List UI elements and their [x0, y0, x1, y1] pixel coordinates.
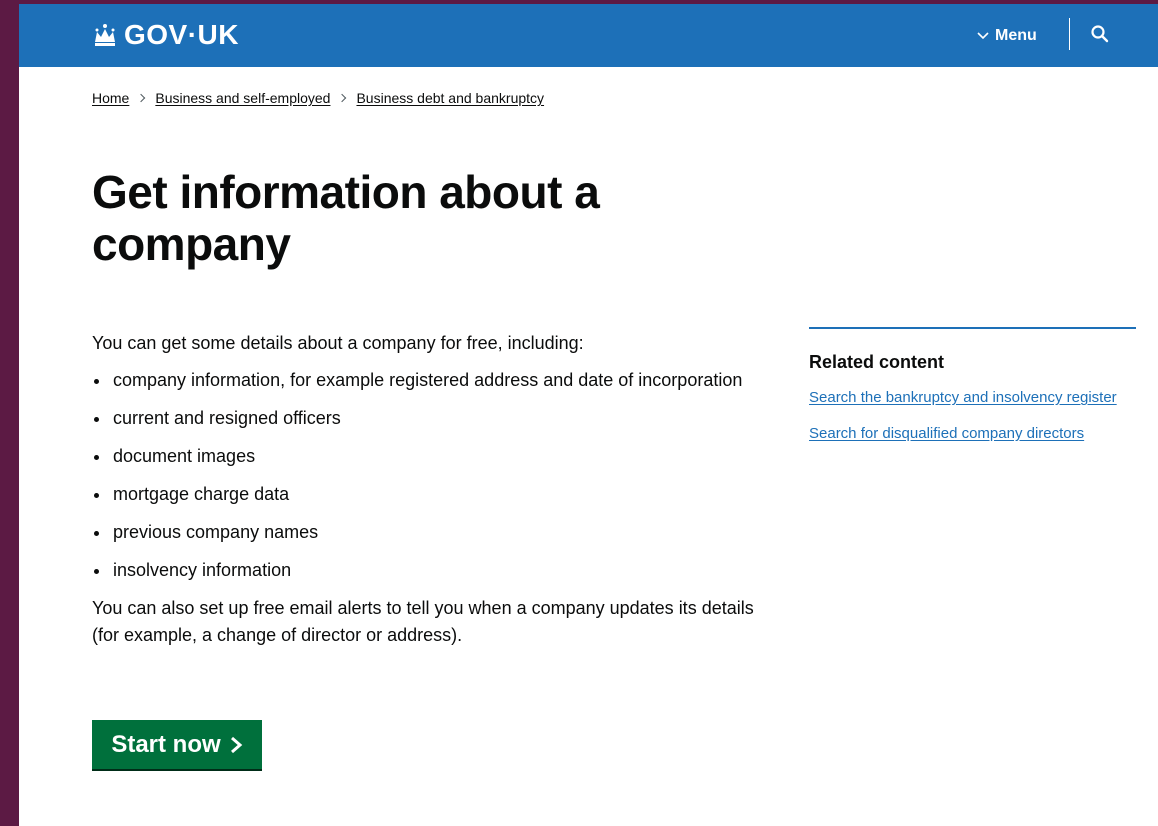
govuk-header: GOV·UK Menu: [19, 4, 1158, 67]
crown-icon: [95, 24, 115, 46]
chevron-right-icon: [230, 736, 242, 753]
main-content: You can get some details about a company…: [92, 330, 772, 649]
menu-button[interactable]: Menu: [977, 22, 1037, 50]
list-item: previous company names: [92, 519, 772, 546]
search-button[interactable]: [1085, 19, 1115, 49]
related-link-bankruptcy-register[interactable]: Search the bankruptcy and insolvency reg…: [809, 387, 1129, 409]
related-heading: Related content: [809, 352, 945, 372]
list-item: current and resigned officers: [92, 405, 772, 432]
breadcrumb-business[interactable]: Business and self-employed: [155, 90, 330, 106]
govuk-logo-link[interactable]: GOV·UK: [92, 19, 239, 51]
breadcrumb-business-debt[interactable]: Business debt and bankruptcy: [356, 90, 544, 106]
chevron-right-icon: [338, 93, 347, 103]
list-item: document images: [92, 443, 772, 470]
details-list: company information, for example registe…: [92, 367, 772, 584]
list-item: company information, for example registe…: [92, 367, 772, 394]
page: GOV·UK Menu Home Business and self-emplo…: [19, 4, 1158, 826]
related-link-disqualified-directors[interactable]: Search for disqualified company director…: [809, 423, 1129, 445]
start-now-label: Start now: [111, 730, 221, 758]
list-item: mortgage charge data: [92, 481, 772, 508]
breadcrumb: Home Business and self-employed Business…: [92, 87, 544, 109]
list-item: insolvency information: [92, 557, 772, 584]
page-title: Get information about a company: [92, 166, 600, 270]
header-divider: [1069, 18, 1070, 50]
menu-label: Menu: [995, 27, 1037, 44]
breadcrumb-home[interactable]: Home: [92, 90, 129, 106]
start-now-button[interactable]: Start now: [92, 720, 262, 769]
intro-text: You can get some details about a company…: [92, 333, 584, 353]
search-icon: [1091, 25, 1109, 43]
chevron-down-icon: [977, 32, 989, 40]
email-alerts-text: You can also set up free email alerts to…: [92, 598, 754, 645]
logo-text: GOV·UK: [124, 19, 239, 50]
related-content: Related content Search the bankruptcy an…: [809, 327, 1136, 459]
chevron-right-icon: [137, 93, 146, 103]
